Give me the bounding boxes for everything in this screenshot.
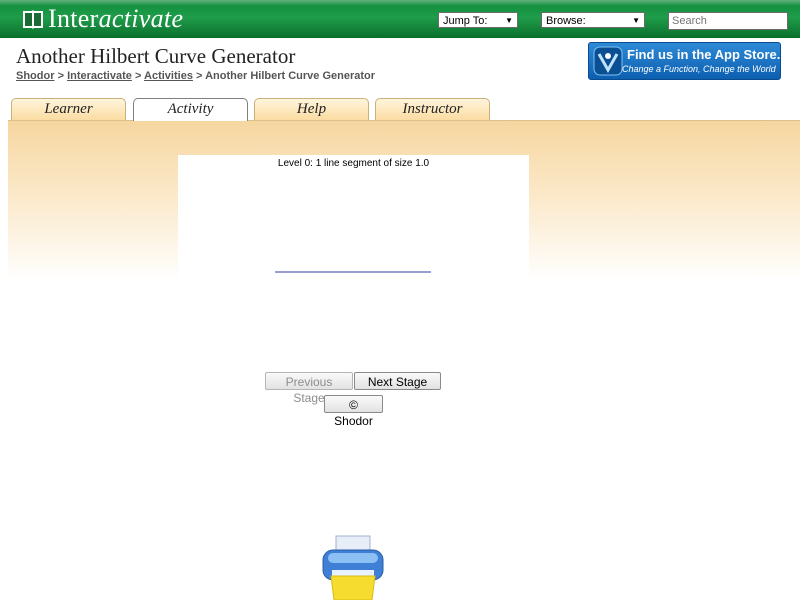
tab-learner[interactable]: Learner: [11, 98, 126, 120]
logo-text: Interactivate: [48, 4, 183, 34]
next-stage-button[interactable]: Next Stage: [354, 372, 441, 390]
printer-icon[interactable]: [320, 534, 386, 600]
search-input[interactable]: [668, 12, 788, 30]
breadcrumb-link-interactivate[interactable]: Interactivate: [67, 70, 132, 82]
breadcrumb-separator: >: [196, 70, 203, 82]
book-logo-icon: [23, 10, 43, 29]
interactivate-logo[interactable]: Interactivate: [22, 4, 183, 34]
tab-activity[interactable]: Activity: [133, 98, 248, 121]
top-navigation-bar: Interactivate Jump To: ▼ Browse: ▼: [0, 0, 800, 38]
breadcrumb-separator: >: [57, 70, 64, 82]
hilbert-applet-canvas: Level 0: 1 line segment of size 1.0: [178, 155, 529, 278]
breadcrumb-link-shodor[interactable]: Shodor: [16, 70, 55, 82]
breadcrumb-link-activities[interactable]: Activities: [144, 70, 193, 82]
previous-stage-button[interactable]: Previous Stage: [265, 372, 353, 405]
page-title: Another Hilbert Curve Generator: [16, 44, 296, 68]
app-store-tagline: Change a Function, Change the World: [622, 64, 776, 74]
logo-text-prefix: Inter: [48, 4, 99, 33]
hilbert-curve-drawing: [275, 271, 431, 273]
jump-to-label: Jump To:: [443, 15, 488, 27]
browse-select[interactable]: Browse: ▼: [541, 12, 645, 28]
shodor-app-icon: [593, 46, 623, 76]
breadcrumb: Shodor > Interactivate > Activities > An…: [16, 70, 375, 82]
jump-to-select[interactable]: Jump To: ▼: [438, 12, 518, 28]
chevron-down-icon: ▼: [632, 16, 640, 25]
level-status-text: Level 0: 1 line segment of size 1.0: [277, 158, 430, 169]
app-store-headline: Find us in the App Store.: [627, 47, 781, 62]
chevron-down-icon: ▼: [505, 16, 513, 25]
browse-label: Browse:: [546, 15, 586, 27]
breadcrumb-current: Another Hilbert Curve Generator: [205, 70, 376, 82]
app-store-banner[interactable]: Find us in the App Store. Change a Funct…: [588, 42, 781, 80]
breadcrumb-separator: >: [134, 70, 142, 82]
tab-help[interactable]: Help: [254, 98, 369, 120]
logo-text-suffix: activate: [98, 4, 184, 33]
tab-instructor[interactable]: Instructor: [375, 98, 490, 120]
shodor-copyright-button[interactable]: © Shodor: [324, 395, 383, 428]
